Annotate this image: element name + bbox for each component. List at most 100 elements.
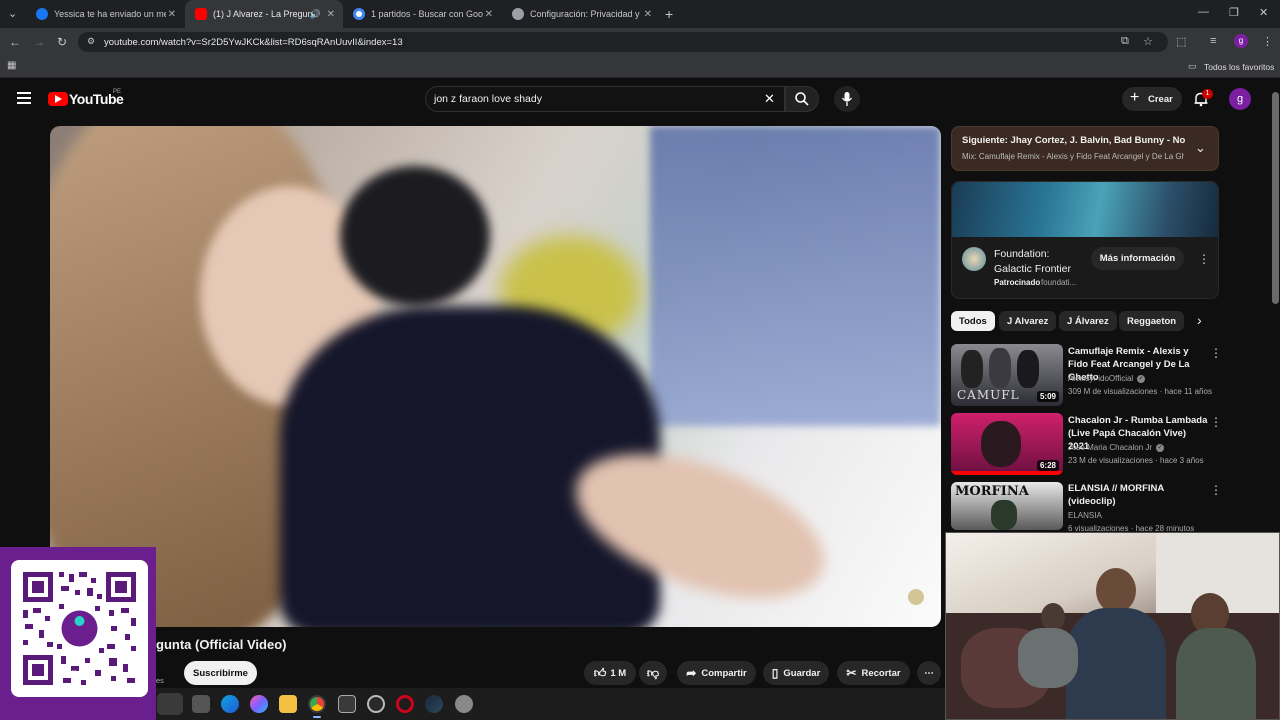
youtube-logo-icon[interactable] bbox=[48, 92, 68, 106]
recommendation-meta: 309 M de visualizaciones · hace 11 años bbox=[1068, 387, 1212, 396]
tab-label: 1 partidos - Buscar con Google bbox=[371, 9, 483, 19]
tab-youtube[interactable]: (1) J Alvarez - La Pregunta ( 🔊 ✕ bbox=[185, 0, 343, 28]
ad-menu-icon[interactable]: ⋮ bbox=[1198, 252, 1210, 266]
recommendation-thumbnail[interactable]: CAMUFL 5:09 bbox=[951, 344, 1063, 406]
verified-icon: ✓ bbox=[1137, 375, 1145, 383]
recommendation-thumbnail[interactable]: MORFINA bbox=[951, 482, 1063, 530]
minimize-icon[interactable]: — bbox=[1198, 6, 1209, 18]
duration-badge: 6:28 bbox=[1036, 460, 1059, 471]
close-window-icon[interactable]: ✕ bbox=[1259, 6, 1268, 19]
search-taskbar-icon[interactable] bbox=[157, 693, 183, 715]
steam-icon[interactable] bbox=[425, 695, 443, 713]
user-avatar[interactable]: g bbox=[1229, 88, 1251, 110]
tab-facebook[interactable]: Yessica te ha enviado un mensa ✕ bbox=[26, 0, 184, 28]
chip-j-alvarez[interactable]: J Alvarez bbox=[999, 311, 1057, 331]
create-label: Crear bbox=[1148, 94, 1173, 105]
install-app-icon[interactable]: ⧉ bbox=[1121, 35, 1129, 48]
mic-icon bbox=[841, 92, 853, 106]
chip-all[interactable]: Todos bbox=[951, 311, 995, 331]
store-icon[interactable] bbox=[338, 695, 356, 713]
recommendation-channel[interactable]: Jose Maria Chacalon Jr bbox=[1068, 443, 1152, 452]
dislike-button[interactable]: 👎︎ bbox=[639, 661, 667, 685]
recommendation-channel[interactable]: AlexisyFidoOfficial bbox=[1068, 374, 1133, 383]
save-button[interactable]: ▯ Guardar bbox=[763, 661, 829, 685]
page-scrollbar-thumb[interactable] bbox=[1272, 92, 1279, 304]
video-player[interactable] bbox=[50, 126, 941, 627]
speaker-icon[interactable]: 🔊 bbox=[310, 9, 321, 20]
chip-j-alvarez-accent[interactable]: J Álvarez bbox=[1059, 311, 1117, 331]
close-tab-icon[interactable]: ✕ bbox=[644, 9, 652, 20]
tab-settings[interactable]: Configuración: Privacidad y seg ✕ bbox=[502, 0, 660, 28]
media-control-icon[interactable]: ≡ bbox=[1210, 35, 1216, 47]
playlist-panel[interactable] bbox=[951, 126, 1219, 171]
like-button[interactable]: 👍︎ 1 M bbox=[584, 661, 636, 685]
verified-icon: ✓ bbox=[1156, 444, 1164, 452]
bookmark-icon: ▯ bbox=[771, 666, 779, 680]
video-title: gunta (Official Video) bbox=[156, 637, 287, 652]
youtube-icon bbox=[195, 8, 207, 20]
site-info-icon[interactable]: ⚙ bbox=[87, 36, 95, 47]
tab-list-icon[interactable]: ⌄ bbox=[8, 7, 17, 20]
share-icon: ➦ bbox=[686, 666, 697, 680]
file-explorer-icon[interactable] bbox=[279, 695, 297, 713]
subscribe-button[interactable]: Suscribirme bbox=[184, 661, 257, 685]
recommendation-title[interactable]: ELANSIA // MORFINA (videoclip) bbox=[1068, 482, 1208, 508]
recommendation-thumbnail[interactable]: 6:28 bbox=[951, 413, 1063, 475]
share-button[interactable]: ➦ Compartir bbox=[677, 661, 756, 685]
clear-search-icon[interactable]: ✕ bbox=[764, 91, 775, 107]
hamburger-icon[interactable] bbox=[17, 92, 31, 104]
clip-button[interactable]: ✂ Recortar bbox=[837, 661, 910, 685]
apps-grid-icon[interactable]: ▦ bbox=[7, 60, 16, 71]
new-tab-icon[interactable]: + bbox=[665, 6, 673, 22]
region-code: PE bbox=[113, 89, 122, 95]
google-icon bbox=[353, 8, 365, 20]
channel-subscribers: es bbox=[156, 676, 164, 685]
ad-cta-button[interactable]: Más información bbox=[1091, 247, 1184, 270]
reload-icon[interactable]: ↻ bbox=[57, 35, 67, 49]
close-tab-icon[interactable]: ✕ bbox=[168, 9, 176, 20]
profile-avatar[interactable]: g bbox=[1234, 34, 1248, 48]
tab-google[interactable]: 1 partidos - Buscar con Google ✕ bbox=[343, 0, 501, 28]
search-icon[interactable] bbox=[794, 91, 810, 107]
copilot-icon[interactable] bbox=[250, 695, 268, 713]
recommendation-menu-icon[interactable]: ⋮ bbox=[1210, 346, 1222, 360]
close-tab-icon[interactable]: ✕ bbox=[485, 9, 493, 20]
github-icon[interactable] bbox=[367, 695, 385, 713]
bookmarks-bar bbox=[0, 56, 1280, 78]
active-app-indicator bbox=[313, 716, 321, 718]
tab-label: Yessica te ha enviado un mensa bbox=[54, 9, 166, 19]
chrome-icon[interactable] bbox=[308, 695, 326, 713]
taskbar bbox=[156, 688, 945, 720]
recommendation-menu-icon[interactable]: ⋮ bbox=[1210, 483, 1222, 497]
ad-title-line1: Foundation: bbox=[994, 248, 1050, 260]
back-icon[interactable]: ← bbox=[9, 35, 21, 49]
recommendation-channel[interactable]: ELANSIA bbox=[1068, 511, 1102, 520]
notification-badge: 1 bbox=[1202, 89, 1213, 99]
more-actions-button[interactable]: ⋯ bbox=[917, 661, 941, 685]
all-bookmarks-link[interactable]: Todos los favoritos bbox=[1204, 62, 1274, 72]
settings-gear-icon[interactable] bbox=[455, 695, 473, 713]
chip-reggaeton[interactable]: Reggaeton bbox=[1119, 311, 1185, 331]
opera-icon[interactable] bbox=[396, 695, 414, 713]
search-query[interactable]: jon z faraon love shady bbox=[434, 93, 542, 105]
edge-icon[interactable] bbox=[221, 695, 239, 713]
bookmark-star-icon[interactable]: ☆ bbox=[1143, 35, 1153, 48]
url-text[interactable]: youtube.com/watch?v=Sr2D5YwJKCk&list=RD6… bbox=[104, 37, 403, 48]
recommendation-menu-icon[interactable]: ⋮ bbox=[1210, 415, 1222, 429]
thumbnail-text: CAMUFL bbox=[957, 388, 1020, 402]
ad-sponsored-label: Patrocinado bbox=[994, 278, 1041, 287]
ad-banner-image[interactable] bbox=[952, 182, 1218, 237]
chrome-menu-icon[interactable]: ⋮ bbox=[1262, 35, 1273, 48]
close-tab-icon[interactable]: ✕ bbox=[327, 9, 335, 20]
more-icon: ⋯ bbox=[924, 667, 934, 679]
chevron-right-icon[interactable]: › bbox=[1197, 312, 1202, 328]
extensions-icon[interactable]: ⬚ bbox=[1176, 35, 1186, 48]
chevron-down-icon[interactable]: ⌄ bbox=[1195, 140, 1206, 156]
qr-brand-logo: yape bbox=[60, 668, 83, 679]
save-label: Guardar bbox=[783, 667, 821, 679]
task-view-icon[interactable] bbox=[192, 695, 210, 713]
thumbs-up-icon: 👍︎ bbox=[593, 665, 607, 680]
thumbnail-text: MORFINA bbox=[955, 484, 1029, 499]
maximize-icon[interactable]: ❐ bbox=[1229, 6, 1239, 19]
forward-icon[interactable]: → bbox=[33, 35, 45, 49]
